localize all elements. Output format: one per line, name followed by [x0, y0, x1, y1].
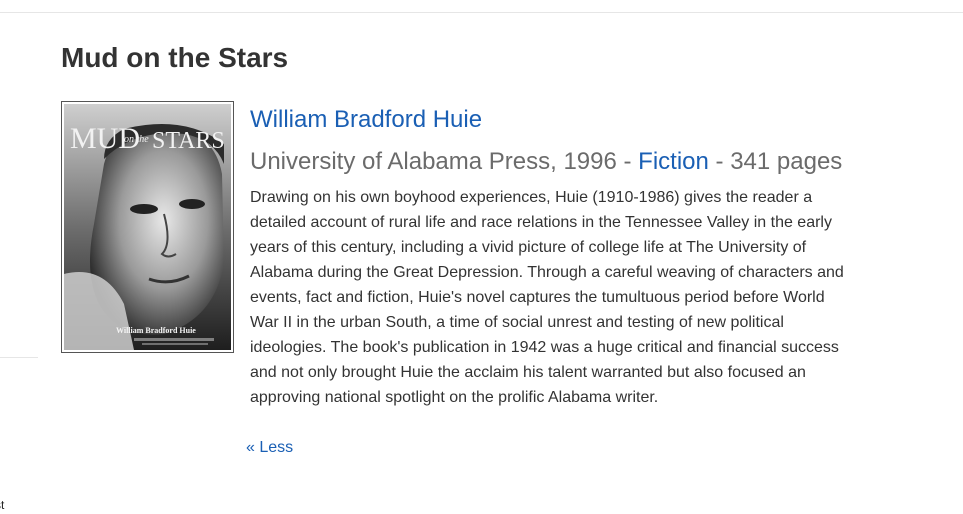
side-divider: [0, 357, 38, 358]
book-cover-image[interactable]: MUD on the STARS William Bradford Huie: [61, 101, 234, 353]
cover-small-print-2: [142, 343, 208, 345]
publication-info: University of Alabama Press, 1996 - Fict…: [250, 147, 842, 177]
top-divider: [0, 12, 963, 13]
book-cover-art: MUD on the STARS William Bradford Huie: [64, 104, 231, 350]
cover-title-word-2: on the: [124, 134, 149, 145]
cover-author-line: William Bradford Huie: [116, 326, 196, 335]
genre-link[interactable]: Fiction: [638, 148, 709, 175]
page-count: - 341 pages: [708, 148, 843, 175]
publisher-year: University of Alabama Press, 1996 -: [250, 148, 639, 175]
page-title: Mud on the Stars: [61, 42, 289, 73]
corner-fragment-text: st: [0, 498, 5, 512]
author-link[interactable]: William Bradford Huie: [250, 105, 482, 135]
cover-small-print: [134, 338, 214, 341]
book-description: Drawing on his own boyhood experiences, …: [250, 189, 844, 406]
cover-title-word-3: STARS: [152, 128, 225, 154]
show-less-link[interactable]: « Less: [246, 437, 293, 459]
